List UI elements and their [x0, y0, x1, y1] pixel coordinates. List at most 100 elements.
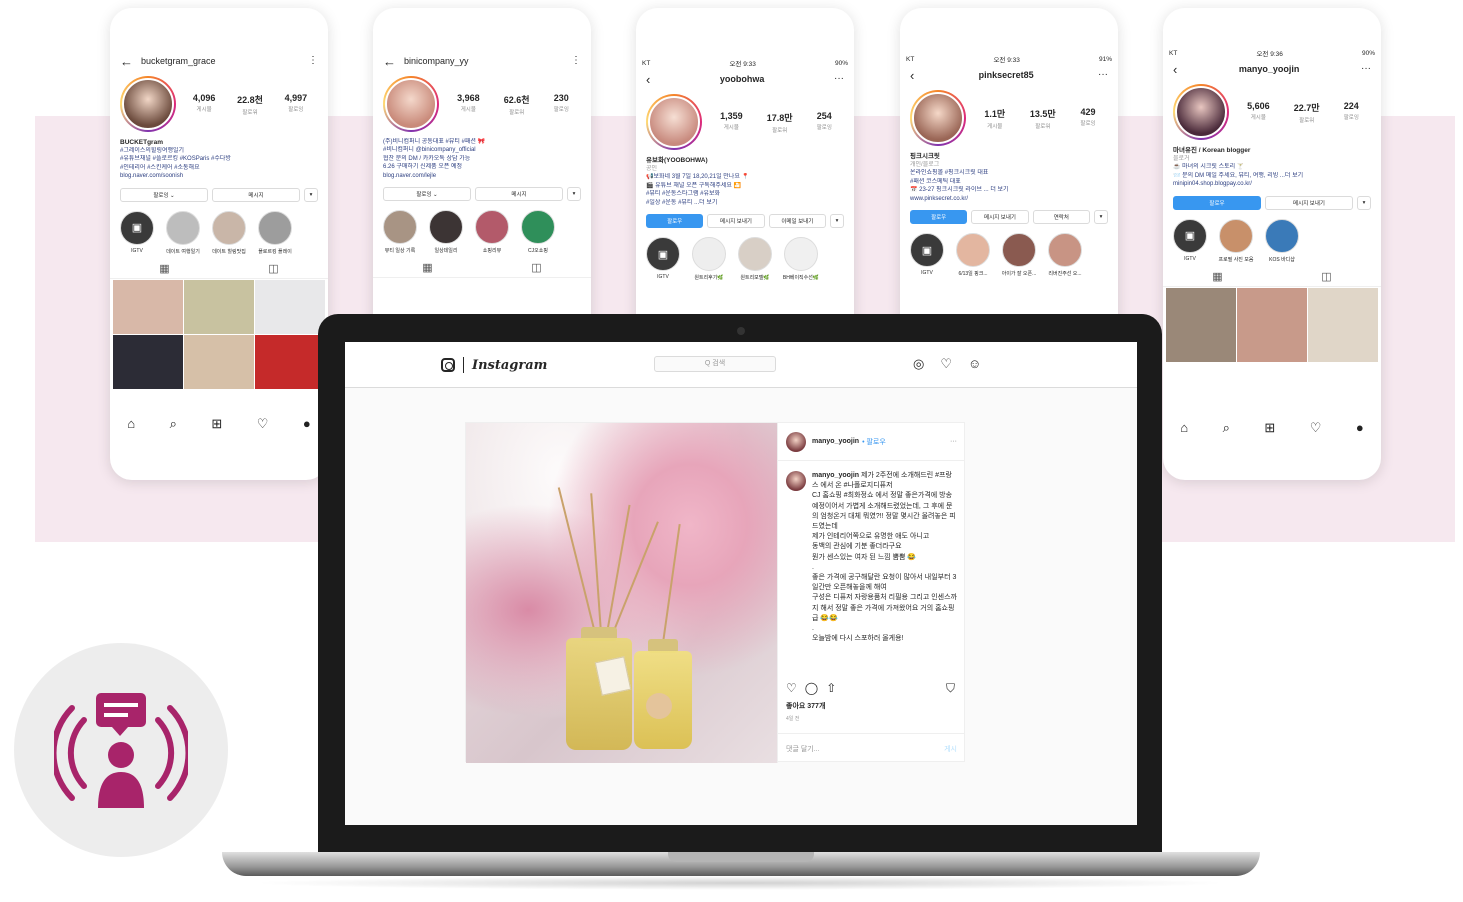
share-icon[interactable]: ⇧: [826, 681, 836, 695]
stat-posts[interactable]: 5,606 게시물: [1247, 101, 1270, 124]
avatar[interactable]: [786, 431, 806, 452]
chevron-down-icon[interactable]: ▾: [829, 214, 844, 229]
search-input[interactable]: Q 검색: [654, 356, 776, 372]
stat-followers[interactable]: 22.8천 팔로워: [237, 93, 263, 116]
more-options-icon[interactable]: ···: [1361, 64, 1371, 74]
stat-posts[interactable]: 3,968 게시물: [457, 93, 480, 116]
bio-link[interactable]: www.pinksecret.co.kr/: [910, 195, 1108, 203]
highlight-item[interactable]: 6/13일 핑크...: [954, 233, 992, 277]
avatar[interactable]: [383, 76, 439, 132]
stat-posts[interactable]: 4,096 게시물: [193, 93, 216, 116]
highlight-item[interactable]: ▣ IGTV: [908, 233, 946, 277]
email-button[interactable]: 이메일 보내기: [768, 214, 826, 229]
search-icon[interactable]: ⌕: [170, 416, 177, 432]
publish-button[interactable]: 게시: [944, 744, 957, 754]
tagged-icon[interactable]: ◫: [1321, 270, 1331, 283]
grid-thumb[interactable]: [113, 279, 183, 334]
highlight-item[interactable]: 프로필 사진 모음: [1217, 218, 1255, 263]
message-button[interactable]: 메시지 보내기: [1265, 195, 1353, 210]
bio-link[interactable]: blog.naver.com/soonish: [120, 172, 318, 180]
post-username[interactable]: manyo_yoojin: [812, 438, 859, 445]
grid-thumb[interactable]: [184, 334, 254, 389]
post-photo[interactable]: [466, 423, 777, 763]
back-arrow-icon[interactable]: ←: [120, 55, 133, 68]
grid-thumb[interactable]: [1166, 287, 1236, 362]
stat-followers[interactable]: 17.8만 팔로워: [767, 111, 793, 134]
following-button[interactable]: 팔로잉 ⌄: [383, 186, 471, 201]
heart-icon[interactable]: ♡: [1310, 420, 1322, 436]
contact-button[interactable]: 연락처: [1032, 210, 1090, 225]
highlight-item[interactable]: ▣ IGTV: [644, 237, 682, 281]
grid-thumb[interactable]: [1237, 287, 1307, 362]
highlight-item[interactable]: 데이트 여행일기: [164, 210, 202, 255]
add-post-icon[interactable]: ⊞: [1264, 420, 1275, 436]
grid-icon[interactable]: ▦: [422, 261, 432, 274]
highlight-item[interactable]: 리버진주선 오...: [1046, 233, 1084, 277]
caption-username[interactable]: manyo_yoojin: [812, 472, 859, 479]
add-post-icon[interactable]: ⊞: [211, 416, 222, 432]
grid-thumb[interactable]: [1308, 287, 1378, 362]
highlight-item[interactable]: 원트리모델🌿: [736, 237, 774, 281]
highlight-item[interactable]: 아이가 잘 오픈...: [1000, 233, 1038, 277]
highlight-item[interactable]: KOS 바디샵: [1263, 218, 1301, 263]
stat-followers[interactable]: 13.5만 팔로워: [1030, 107, 1056, 130]
more-options-icon[interactable]: ⋮: [571, 56, 581, 66]
profile-icon[interactable]: ☺: [968, 356, 981, 372]
grid-thumb[interactable]: [255, 334, 325, 389]
highlight-item[interactable]: 뷰티 일상 기록: [381, 209, 419, 254]
home-icon[interactable]: ⌂: [1180, 420, 1188, 436]
grid-icon[interactable]: ▦: [1212, 270, 1222, 283]
follow-button[interactable]: 팔로우: [646, 214, 704, 229]
chevron-down-icon[interactable]: ▾: [1357, 195, 1371, 210]
chevron-down-icon[interactable]: ▾: [1093, 210, 1108, 225]
comment-input[interactable]: 댓글 달기...: [786, 744, 820, 754]
instagram-logo[interactable]: Instagram: [441, 357, 547, 373]
tagged-icon[interactable]: ◫: [531, 261, 541, 274]
grid-thumb[interactable]: [184, 279, 254, 334]
avatar[interactable]: [1173, 84, 1229, 140]
profile-icon[interactable]: ●: [1356, 420, 1364, 436]
follow-button[interactable]: 팔로우: [910, 210, 968, 225]
more-options-icon[interactable]: ⋮: [308, 56, 318, 66]
tagged-icon[interactable]: ◫: [268, 262, 278, 275]
grid-thumb[interactable]: [113, 334, 183, 389]
avatar[interactable]: [120, 76, 176, 132]
highlight-item[interactable]: BH베이직수선🌿: [782, 237, 820, 281]
heart-icon[interactable]: ♡: [786, 681, 797, 695]
following-button[interactable]: 팔로잉 ⌄: [120, 187, 208, 202]
search-icon[interactable]: ⌕: [1223, 420, 1230, 436]
more-options-icon[interactable]: ···: [1098, 70, 1108, 80]
message-button[interactable]: 메시지 보내기: [971, 210, 1029, 225]
avatar[interactable]: [786, 471, 806, 491]
chevron-down-icon[interactable]: ▾: [567, 186, 581, 201]
stat-posts[interactable]: 1.1만 게시물: [984, 107, 1005, 130]
stat-followers[interactable]: 22.7만 팔로워: [1294, 101, 1320, 124]
grid-thumb[interactable]: [255, 279, 325, 334]
compass-icon[interactable]: ◎: [913, 356, 924, 372]
message-button[interactable]: 메시지 보내기: [707, 214, 765, 229]
heart-icon[interactable]: ♡: [940, 356, 952, 372]
highlight-item[interactable]: 원트리후기🌿: [690, 237, 728, 281]
highlight-item[interactable]: 플로르킹 플레이: [256, 210, 294, 255]
more-options-icon[interactable]: ···: [834, 74, 844, 84]
bio-link[interactable]: blog.naver.com/lejle: [383, 172, 581, 180]
stat-following[interactable]: 4,997 팔로잉: [285, 93, 308, 116]
heart-icon[interactable]: ♡: [257, 416, 269, 432]
grid-icon[interactable]: ▦: [159, 262, 169, 275]
more-options-icon[interactable]: ···: [950, 438, 957, 445]
bio-link[interactable]: minipin04.shop.blogpay.co.kr/: [1173, 180, 1371, 188]
message-button[interactable]: 메시지: [475, 186, 563, 201]
chevron-down-icon[interactable]: ▾: [304, 187, 318, 202]
highlight-item[interactable]: 쇼핑리뷰: [473, 209, 511, 254]
profile-icon[interactable]: ●: [303, 416, 311, 432]
home-icon[interactable]: ⌂: [127, 416, 135, 432]
stat-following[interactable]: 224 팔로잉: [1344, 101, 1359, 124]
highlight-item[interactable]: CJ오쇼핑: [519, 209, 557, 254]
highlight-item[interactable]: ▣ IGTV: [118, 210, 156, 255]
highlight-item[interactable]: 일상데일리: [427, 209, 465, 254]
bookmark-icon[interactable]: ⛉: [946, 681, 955, 696]
avatar[interactable]: [910, 90, 966, 146]
avatar[interactable]: [646, 94, 702, 150]
stat-following[interactable]: 254 팔로잉: [817, 111, 832, 134]
follow-button[interactable]: 팔로우: [1173, 195, 1261, 210]
